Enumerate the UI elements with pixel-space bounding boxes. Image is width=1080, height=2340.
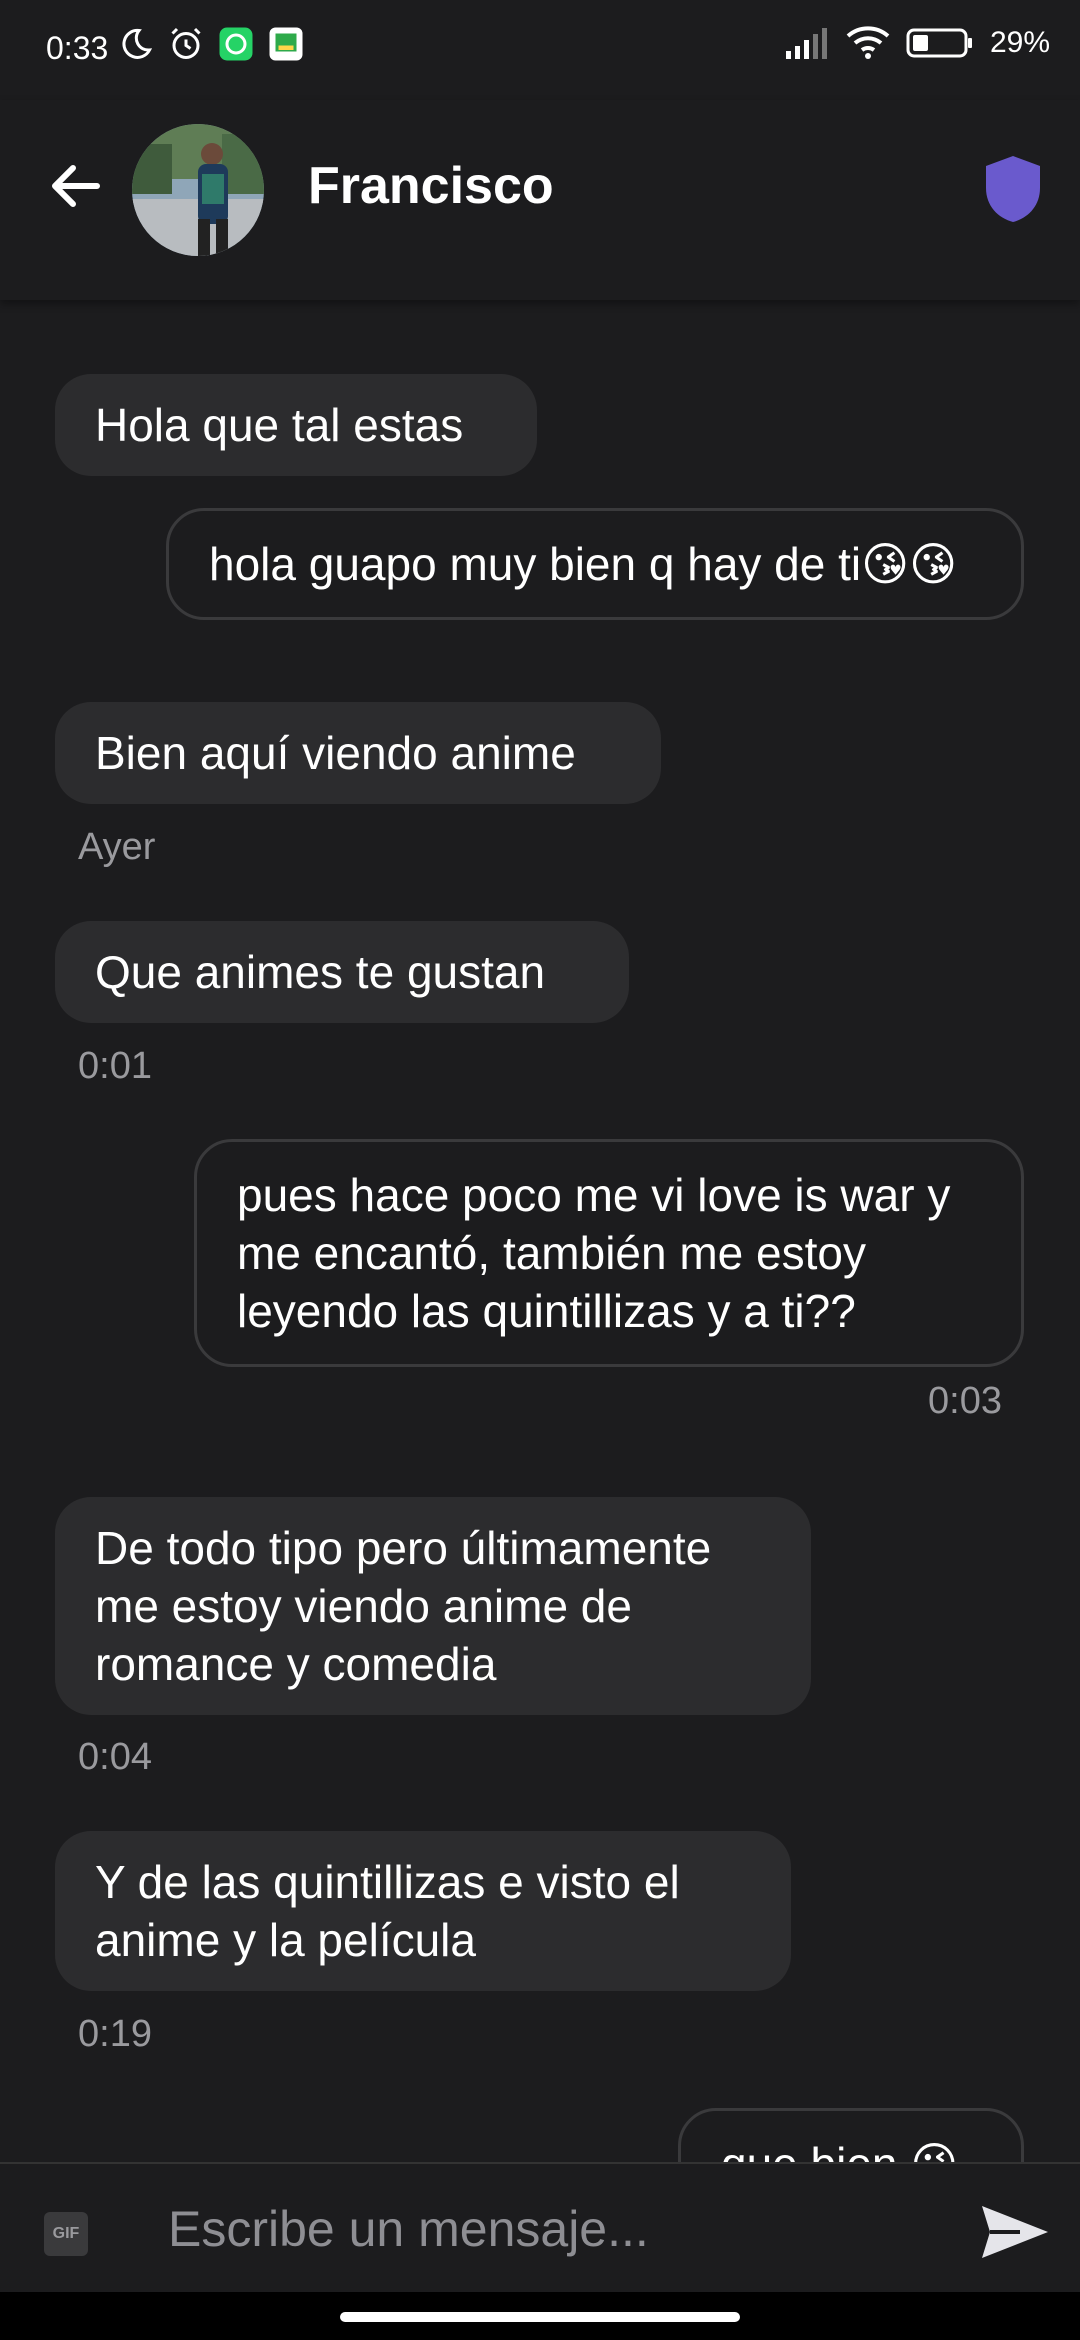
whatsapp-icon	[219, 27, 253, 61]
message-text: De todo tipo pero últimamente me estoy v…	[95, 1522, 712, 1690]
gallery-icon	[269, 27, 303, 61]
send-icon[interactable]	[980, 2202, 1050, 2262]
chat-header: Francisco	[0, 100, 1080, 300]
message-bubble-incoming[interactable]: Y de las quintillizas e visto el anime y…	[55, 1831, 791, 1991]
shield-icon[interactable]	[984, 154, 1042, 224]
message-bubble-incoming[interactable]: Que animes te gustan	[55, 921, 629, 1023]
message-input[interactable]	[166, 2190, 950, 2268]
message-list[interactable]: Hola que tal estas hola guapo muy bien q…	[0, 300, 1080, 2162]
message-text: que bien 😘	[721, 2138, 958, 2162]
message-bubble-outgoing[interactable]: hola guapo muy bien q hay de ti😘😘	[166, 508, 1024, 620]
status-system-icons: 29%	[784, 26, 1050, 60]
contact-name[interactable]: Francisco	[308, 156, 554, 216]
message-bubble-incoming[interactable]: Bien aquí viendo anime	[55, 702, 661, 804]
message-bubble-incoming[interactable]: De todo tipo pero últimamente me estoy v…	[55, 1497, 811, 1715]
message-timestamp: 0:04	[78, 1736, 152, 1778]
battery-percentage: 29%	[989, 26, 1050, 59]
alarm-icon	[171, 27, 201, 59]
message-text: Hola que tal estas	[95, 399, 464, 451]
message-text: pues hace poco me vi love is war y me en…	[237, 1169, 951, 1337]
message-bubble-outgoing[interactable]: que bien 😘	[678, 2108, 1024, 2162]
navigation-bar	[0, 2292, 1080, 2340]
battery-icon	[906, 28, 972, 58]
message-text: hola guapo muy bien q hay de ti😘😘	[209, 538, 958, 590]
status-notification-icons	[118, 26, 304, 62]
message-timestamp: 0:01	[78, 1045, 152, 1087]
signal-icon	[785, 28, 827, 59]
message-timestamp: Ayer	[78, 826, 156, 868]
home-indicator[interactable]	[340, 2312, 740, 2322]
message-bubble-outgoing[interactable]: pues hace poco me vi love is war y me en…	[194, 1139, 1024, 1367]
avatar-photo	[132, 124, 264, 256]
moon-icon	[122, 28, 153, 59]
gif-label: GIF	[52, 2225, 80, 2242]
message-bubble-incoming[interactable]: Hola que tal estas	[55, 374, 537, 476]
message-composer: GIF	[0, 2162, 1080, 2294]
message-text: Que animes te gustan	[95, 946, 546, 998]
wifi-icon	[846, 26, 890, 59]
message-timestamp: 0:03	[928, 1380, 1002, 1422]
message-text: Y de las quintillizas e visto el anime y…	[95, 1856, 680, 1966]
gif-button[interactable]: GIF	[44, 2212, 88, 2256]
message-text: Bien aquí viendo anime	[95, 727, 576, 779]
status-bar: 0:33 29%	[0, 0, 1080, 100]
arrow-left-icon	[52, 165, 100, 207]
status-time: 0:33	[46, 30, 109, 66]
message-timestamp: 0:19	[78, 2013, 152, 2055]
back-button[interactable]	[38, 148, 114, 224]
avatar[interactable]	[132, 124, 264, 256]
